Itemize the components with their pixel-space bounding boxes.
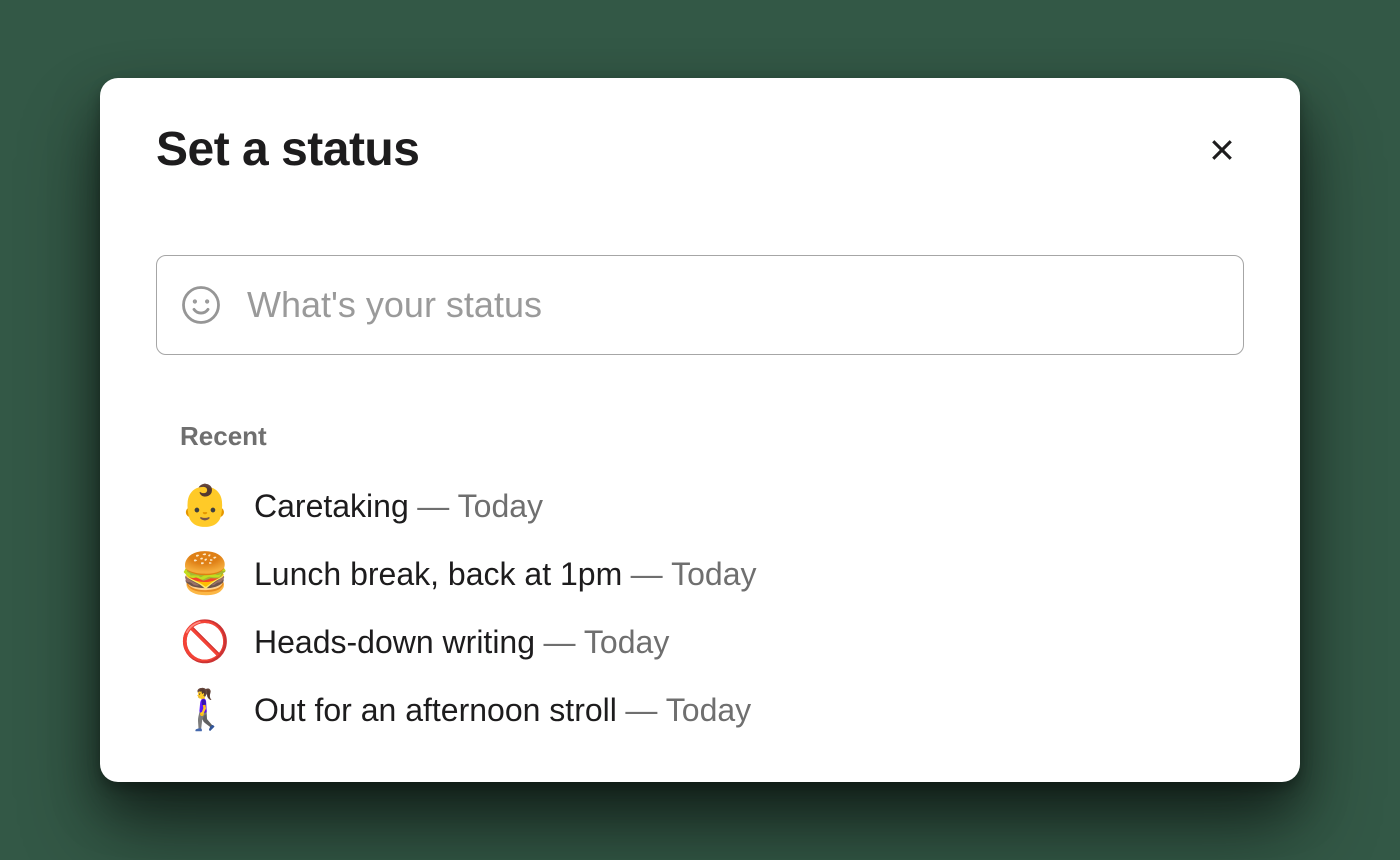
smiley-icon [180,284,222,326]
recent-item-separator: — [631,556,663,592]
recent-item-separator: — [625,692,657,728]
recent-item-duration: Today [671,556,756,592]
recent-item-label: Caretaking [254,488,409,524]
recent-section: Recent 👶 Caretaking — Today 🍔 Lunch brea… [156,421,1244,734]
recent-item-label: Heads-down writing [254,624,535,660]
emoji-picker-button[interactable] [179,283,223,327]
recent-item-separator: — [543,624,575,660]
recent-status-item[interactable]: 🚫 Heads-down writing — Today [180,618,1244,666]
recent-item-text-wrap: Heads-down writing — Today [254,623,669,661]
close-icon [1207,135,1237,165]
recent-item-duration: Today [458,488,543,524]
recent-item-duration: Today [584,624,669,660]
hamburger-emoji-icon: 🍔 [180,550,226,598]
recent-item-text-wrap: Out for an afternoon stroll — Today [254,691,751,729]
dialog-title: Set a status [156,122,419,177]
recent-status-item[interactable]: 👶 Caretaking — Today [180,482,1244,530]
recent-item-duration: Today [666,692,751,728]
recent-status-item[interactable]: 🍔 Lunch break, back at 1pm — Today [180,550,1244,598]
recent-item-text-wrap: Lunch break, back at 1pm — Today [254,555,757,593]
recent-item-text-wrap: Caretaking — Today [254,487,543,525]
recent-list: 👶 Caretaking — Today 🍔 Lunch break, back… [180,482,1244,734]
set-status-dialog: Set a status Recent 👶 Ca [100,78,1300,782]
no-entry-emoji-icon: 🚫 [180,618,226,666]
recent-item-label: Out for an afternoon stroll [254,692,617,728]
recent-status-item[interactable]: 🚶‍♀️ Out for an afternoon stroll — Today [180,686,1244,734]
status-input[interactable] [247,284,1221,326]
baby-emoji-icon: 👶 [180,482,226,530]
dialog-header: Set a status [156,122,1244,177]
close-button[interactable] [1200,128,1244,172]
recent-item-separator: — [417,488,449,524]
recent-label: Recent [180,421,1244,452]
recent-item-label: Lunch break, back at 1pm [254,556,622,592]
walking-emoji-icon: 🚶‍♀️ [180,686,226,734]
status-input-container[interactable] [156,255,1244,355]
